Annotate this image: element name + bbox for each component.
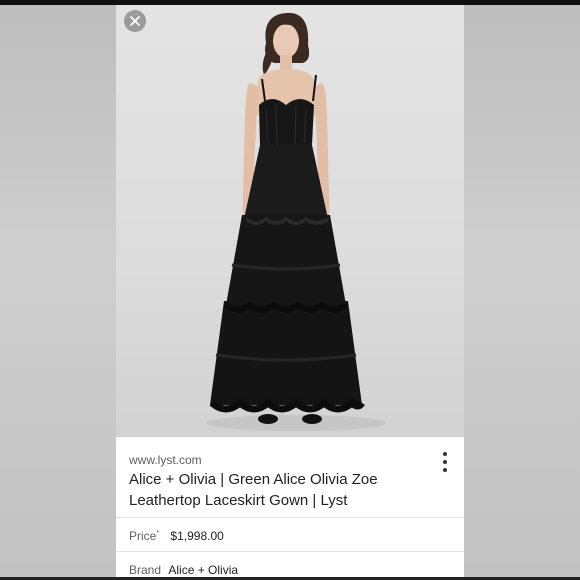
left-background bbox=[0, 0, 116, 580]
right-background bbox=[464, 0, 580, 580]
close-button[interactable] bbox=[124, 10, 146, 32]
more-options-button[interactable] bbox=[440, 452, 450, 472]
close-icon bbox=[130, 16, 140, 26]
more-vert-icon bbox=[443, 452, 447, 456]
product-image[interactable] bbox=[116, 5, 464, 437]
price-value: $1,998.00 bbox=[170, 529, 224, 543]
result-site-url[interactable]: www.lyst.com bbox=[129, 453, 202, 467]
more-vert-icon-dot bbox=[443, 460, 447, 464]
price-row: Price* $1,998.00 bbox=[129, 529, 224, 543]
brand-value: Alice + Olivia bbox=[168, 563, 239, 577]
result-title-link[interactable]: Alice + Olivia | Green Alice Olivia Zoe … bbox=[129, 469, 429, 511]
price-label: Price* bbox=[129, 529, 160, 543]
divider bbox=[116, 517, 464, 518]
dress-photo bbox=[206, 12, 386, 431]
search-result-card: www.lyst.com Alice + Olivia | Green Alic… bbox=[116, 5, 464, 580]
divider bbox=[116, 551, 464, 552]
result-title-line2: Leathertop Laceskirt Gown | Lyst bbox=[129, 492, 348, 509]
result-title-line1: Alice + Olivia | Green Alice Olivia Zoe bbox=[129, 471, 378, 488]
brand-label: Brand bbox=[129, 563, 162, 577]
more-vert-icon-dot bbox=[443, 468, 447, 472]
brand-row: Brand Alice + Olivia bbox=[129, 563, 238, 577]
